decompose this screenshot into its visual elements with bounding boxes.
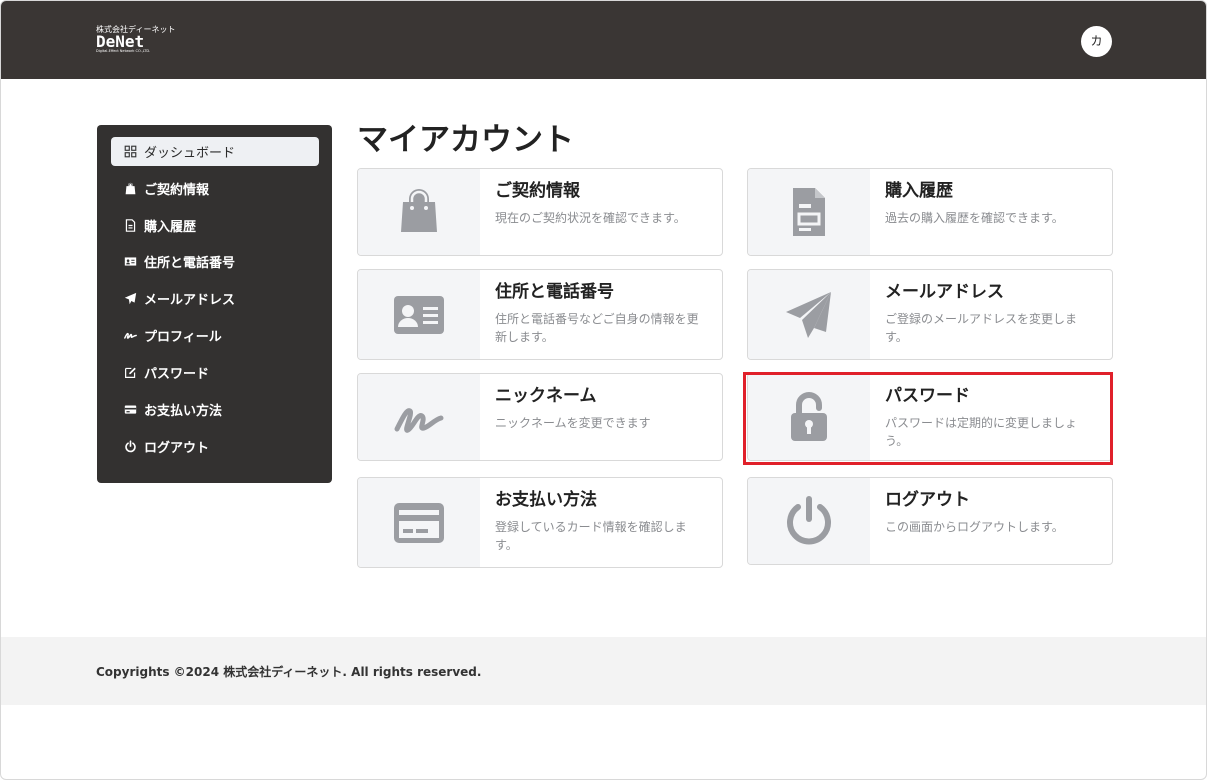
copyright-text: Copyrights ©2024 株式会社ディーネット. All rights … bbox=[96, 665, 482, 679]
card-title: 住所と電話番号 bbox=[495, 282, 614, 302]
card-title: ニックネーム bbox=[495, 386, 597, 406]
sidebar-item-label: 住所と電話番号 bbox=[144, 256, 236, 271]
card-description: 登録しているカード情報を確認します。 bbox=[495, 520, 687, 552]
card-purchase-history[interactable]: 購入履歴 過去の購入履歴を確認できます。 bbox=[747, 168, 1113, 256]
card-icon-box bbox=[748, 374, 870, 460]
card-logout[interactable]: ログアウト この画面からログアウトします。 bbox=[747, 477, 1113, 565]
page-title: マイアカウント bbox=[357, 122, 574, 158]
card-nickname[interactable]: ニックネーム ニックネームを変更できます bbox=[357, 373, 723, 461]
edit-icon bbox=[123, 366, 137, 380]
document-icon bbox=[123, 219, 137, 233]
sidebar-item-label: ログアウト bbox=[144, 441, 210, 456]
card-email[interactable]: メールアドレス ご登録のメールアドレスを変更します。 bbox=[747, 269, 1113, 360]
shopping-bag-icon bbox=[401, 189, 437, 232]
card-icon-box bbox=[358, 169, 480, 255]
card-description: ご登録のメールアドレスを変更します。 bbox=[885, 312, 1078, 344]
card-title: パスワード bbox=[885, 386, 970, 406]
paper-plane-icon bbox=[123, 292, 137, 306]
card-description: ニックネームを変更できます bbox=[495, 416, 651, 430]
sidebar-item-payment[interactable]: お支払い方法 bbox=[111, 395, 319, 424]
sidebar-item-dashboard[interactable]: ダッシュボード bbox=[111, 137, 319, 166]
card-icon-box bbox=[358, 478, 480, 567]
company-logo[interactable]: 株式会社ディーネット DeNet Digital-Effect Network … bbox=[96, 25, 176, 57]
user-avatar[interactable]: カ bbox=[1081, 26, 1112, 57]
document-icon bbox=[793, 188, 825, 236]
site-header: 株式会社ディーネット DeNet Digital-Effect Network … bbox=[1, 1, 1206, 79]
unlock-icon bbox=[791, 392, 827, 441]
sidebar-item-label: メールアドレス bbox=[144, 293, 236, 308]
credit-card-icon bbox=[394, 502, 444, 543]
signature-icon bbox=[123, 329, 137, 343]
card-title: ご契約情報 bbox=[495, 181, 580, 201]
id-card-icon bbox=[123, 255, 137, 269]
id-card-icon bbox=[394, 295, 444, 334]
sidebar-item-password[interactable]: パスワード bbox=[111, 358, 319, 387]
card-description: この画面からログアウトします。 bbox=[885, 520, 1064, 534]
card-title: お支払い方法 bbox=[495, 490, 597, 510]
signature-icon bbox=[394, 408, 444, 433]
shopping-bag-icon bbox=[123, 182, 137, 196]
dashboard-icon bbox=[123, 145, 137, 159]
card-icon-box bbox=[358, 374, 480, 460]
page: 株式会社ディーネット DeNet Digital-Effect Network … bbox=[0, 0, 1207, 780]
sidebar-item-label: お支払い方法 bbox=[144, 404, 223, 419]
card-payment[interactable]: お支払い方法 登録しているカード情報を確認します。 bbox=[357, 477, 723, 568]
card-title: ログアウト bbox=[885, 490, 970, 510]
sidebar-nav: ダッシュボード ご契約情報 購入履歴 住所と電話番号 メールアドレス プロフィー… bbox=[97, 125, 332, 483]
sidebar-item-label: 購入履歴 bbox=[144, 220, 197, 235]
logo-wordmark: DeNet bbox=[96, 32, 145, 51]
card-icon-box bbox=[748, 478, 870, 564]
sidebar-item-address-phone[interactable]: 住所と電話番号 bbox=[111, 247, 319, 276]
sidebar-item-contract[interactable]: ご契約情報 bbox=[111, 174, 319, 203]
power-icon bbox=[787, 496, 831, 545]
sidebar-item-logout[interactable]: ログアウト bbox=[111, 432, 319, 461]
sidebar-item-label: ご契約情報 bbox=[144, 183, 210, 198]
card-description: 過去の購入履歴を確認できます。 bbox=[885, 211, 1064, 225]
card-description: 現在のご契約状況を確認できます。 bbox=[495, 211, 686, 225]
card-title: 購入履歴 bbox=[885, 181, 953, 201]
sidebar-item-label: ダッシュボード bbox=[144, 146, 236, 161]
card-password[interactable]: パスワード パスワードは定期的に変更しましょう。 bbox=[747, 373, 1113, 461]
card-description: 住所と電話番号などご自身の情報を更新します。 bbox=[495, 312, 699, 344]
card-contract-info[interactable]: ご契約情報 現在のご契約状況を確認できます。 bbox=[357, 168, 723, 256]
logo-tagline: Digital-Effect Network CO.,LTD. bbox=[96, 49, 151, 53]
sidebar-item-label: パスワード bbox=[144, 367, 210, 382]
card-icon-box bbox=[358, 270, 480, 359]
card-icon-box bbox=[748, 270, 870, 359]
sidebar-item-purchase-history[interactable]: 購入履歴 bbox=[111, 211, 319, 240]
sidebar-item-label: プロフィール bbox=[144, 330, 222, 345]
card-description: パスワードは定期的に変更しましょう。 bbox=[885, 416, 1078, 448]
sidebar-item-profile[interactable]: プロフィール bbox=[111, 321, 319, 350]
card-icon-box bbox=[748, 169, 870, 255]
card-title: メールアドレス bbox=[885, 282, 1004, 302]
card-address-phone[interactable]: 住所と電話番号 住所と電話番号などご自身の情報を更新します。 bbox=[357, 269, 723, 360]
site-footer: Copyrights ©2024 株式会社ディーネット. All rights … bbox=[1, 637, 1206, 705]
sidebar-item-email[interactable]: メールアドレス bbox=[111, 284, 319, 313]
credit-card-icon bbox=[123, 403, 137, 417]
paper-plane-icon bbox=[786, 291, 831, 338]
power-icon bbox=[123, 440, 137, 454]
